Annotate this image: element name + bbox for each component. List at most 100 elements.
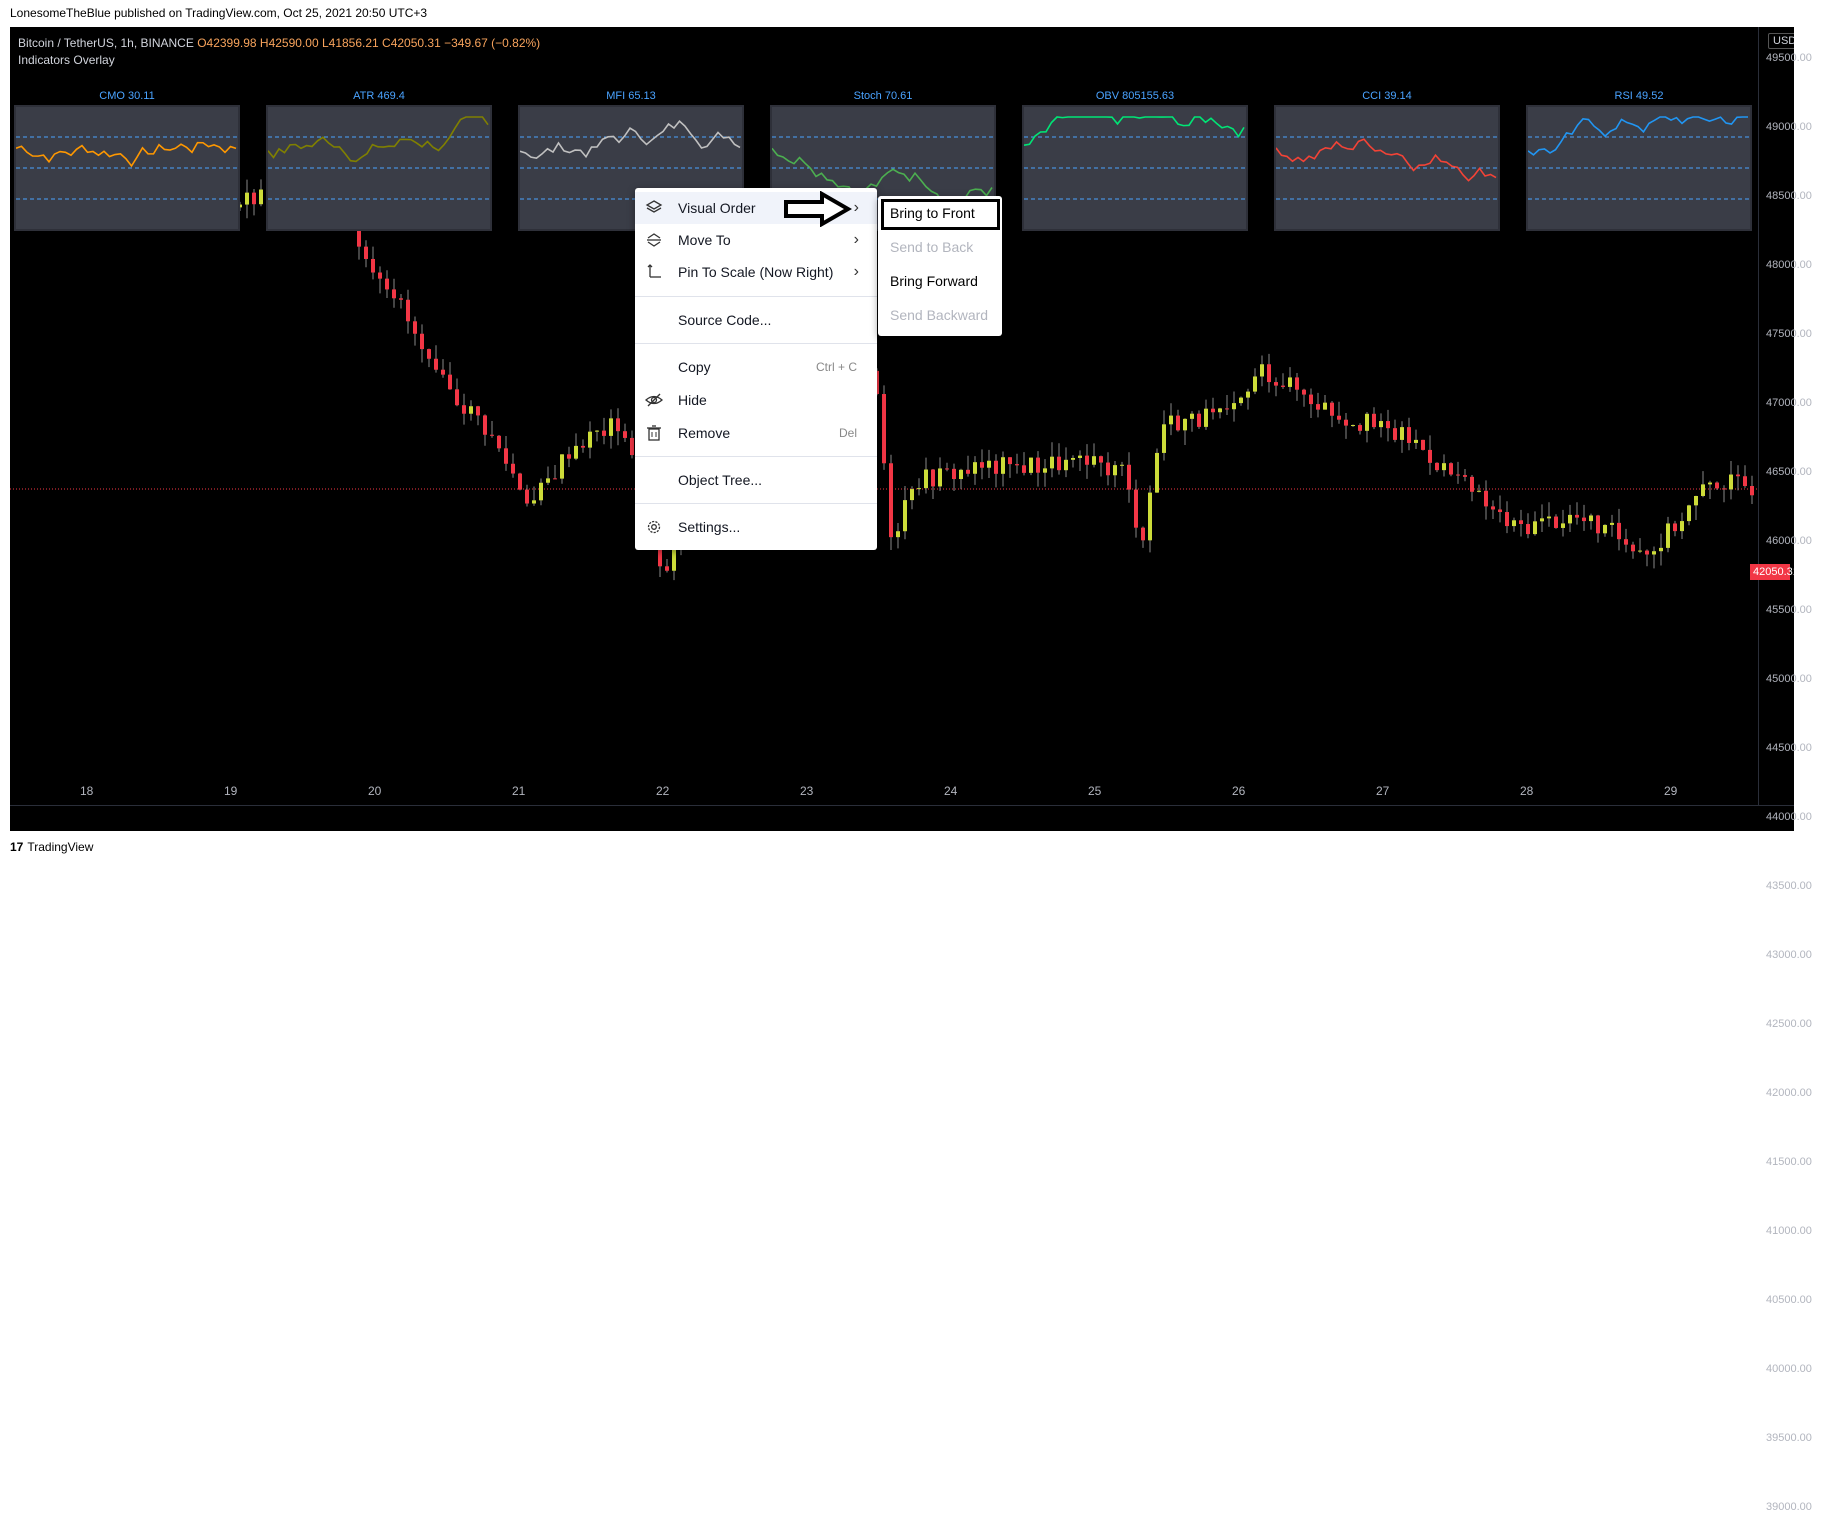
annotation-arrow-icon bbox=[784, 191, 852, 227]
menu-item-copy[interactable]: Copy Ctrl + C bbox=[635, 351, 877, 383]
candle-body bbox=[1372, 413, 1376, 428]
candle-body bbox=[1610, 522, 1614, 525]
candle-body bbox=[1603, 524, 1607, 534]
price-tick: 44500.00 bbox=[1766, 742, 1812, 754]
trash-icon bbox=[647, 425, 661, 441]
menu-label: Move To bbox=[678, 232, 731, 248]
candle-body bbox=[931, 469, 935, 487]
price-tick: 44000.00 bbox=[1766, 811, 1812, 823]
currency-label[interactable]: USDT bbox=[1768, 33, 1794, 49]
candle-body bbox=[1694, 495, 1698, 506]
tradingview-logo-icon: 17 bbox=[10, 840, 24, 854]
candle-body bbox=[1568, 514, 1572, 524]
candle-body bbox=[1274, 382, 1278, 386]
chevron-right-icon: › bbox=[853, 199, 859, 216]
footer: 17 TradingView bbox=[10, 840, 93, 854]
candle-body bbox=[1267, 364, 1271, 383]
indicator-title: RSI 49.52 bbox=[1614, 90, 1664, 102]
candle-body bbox=[1631, 544, 1635, 552]
menu-divider bbox=[635, 343, 877, 344]
candle-body bbox=[469, 406, 473, 414]
candle-body bbox=[399, 298, 403, 300]
symbol-label[interactable]: Bitcoin / TetherUS, 1h, BINANCE bbox=[18, 36, 194, 50]
submenu-item-bring-forward[interactable]: Bring Forward bbox=[890, 266, 978, 296]
candle-body bbox=[1659, 547, 1663, 552]
candle-body bbox=[1204, 408, 1208, 427]
menu-item-source-code[interactable]: Source Code... bbox=[635, 304, 877, 336]
candle-body bbox=[630, 437, 634, 456]
candle-body bbox=[406, 299, 410, 322]
indicator-title: CCI 39.14 bbox=[1362, 90, 1412, 102]
price-tick: 39500.00 bbox=[1766, 1432, 1812, 1444]
candle-body bbox=[385, 278, 389, 290]
footer-brand[interactable]: TradingView bbox=[27, 840, 93, 854]
time-axis[interactable] bbox=[10, 805, 1794, 831]
candle-body bbox=[1617, 522, 1621, 540]
candle-body bbox=[1638, 550, 1642, 552]
candle-body bbox=[1582, 517, 1586, 522]
candle-body bbox=[1463, 475, 1467, 477]
candle-body bbox=[1701, 484, 1705, 496]
candle-body bbox=[1162, 424, 1166, 453]
candle-body bbox=[1715, 482, 1719, 489]
price-axis[interactable] bbox=[1758, 27, 1794, 805]
candle-body bbox=[1505, 512, 1509, 527]
indicator-name[interactable]: Indicators Overlay bbox=[18, 52, 540, 69]
candle-body bbox=[560, 454, 564, 479]
candle-body bbox=[1379, 421, 1383, 428]
price-tick: 48000.00 bbox=[1766, 259, 1812, 271]
candle-body bbox=[1526, 524, 1530, 535]
candle-body bbox=[1015, 464, 1019, 466]
menu-label: Visual Order bbox=[678, 200, 756, 216]
submenu-item-send-backward: Send Backward bbox=[890, 307, 989, 323]
time-tick: 26 bbox=[1232, 784, 1246, 798]
candle-body bbox=[1092, 456, 1096, 465]
menu-item-remove[interactable]: Remove Del bbox=[635, 417, 877, 449]
candle-body bbox=[924, 469, 928, 489]
price-tick: 47000.00 bbox=[1766, 397, 1812, 409]
indicator-panel[interactable] bbox=[1022, 105, 1248, 231]
candle-body bbox=[1750, 486, 1754, 496]
candle-body bbox=[252, 192, 256, 205]
candle-body bbox=[1281, 385, 1285, 387]
candle-body bbox=[1001, 457, 1005, 474]
candle-body bbox=[1365, 413, 1369, 431]
indicator-panel[interactable] bbox=[14, 105, 240, 231]
candle-body bbox=[1197, 413, 1201, 427]
candle-body bbox=[1043, 468, 1047, 473]
shortcut-label: Ctrl + C bbox=[815, 360, 857, 374]
price-tick: 48500.00 bbox=[1766, 190, 1812, 202]
candle-body bbox=[476, 406, 480, 416]
candle-body bbox=[588, 431, 592, 448]
indicator-panel[interactable] bbox=[266, 105, 492, 231]
price-tick: 41500.00 bbox=[1766, 1156, 1812, 1168]
candle-body bbox=[427, 349, 431, 359]
candle-body bbox=[1687, 505, 1691, 522]
menu-item-settings[interactable]: Settings... bbox=[635, 511, 877, 543]
menu-divider bbox=[635, 503, 877, 504]
candle-body bbox=[1351, 425, 1355, 427]
candle-body bbox=[1225, 408, 1229, 410]
candle-body bbox=[1120, 464, 1124, 466]
menu-item-move-to[interactable]: Move To › bbox=[635, 224, 877, 256]
candle-body bbox=[1386, 421, 1390, 429]
candle-body bbox=[539, 482, 543, 501]
indicator-panel[interactable] bbox=[1274, 105, 1500, 231]
candle-body bbox=[1358, 425, 1362, 431]
menu-item-pin-to-scale[interactable]: Pin To Scale (Now Right) › bbox=[635, 256, 877, 288]
indicator-title: CMO 30.11 bbox=[99, 90, 155, 102]
indicator-panel[interactable] bbox=[1526, 105, 1752, 231]
candle-body bbox=[1022, 465, 1026, 473]
last-price-label: 42050.31 bbox=[1750, 564, 1799, 580]
candle-body bbox=[448, 374, 452, 390]
candle-body bbox=[910, 489, 914, 501]
menu-item-object-tree[interactable]: Object Tree... bbox=[635, 464, 877, 496]
candle-body bbox=[1428, 449, 1432, 463]
candle-body bbox=[1127, 464, 1131, 490]
candle-body bbox=[1512, 520, 1516, 527]
menu-label: Pin To Scale (Now Right) bbox=[678, 264, 834, 280]
candle-body bbox=[1491, 506, 1495, 510]
candle-body bbox=[364, 246, 368, 259]
candle-body bbox=[1344, 419, 1348, 426]
menu-item-hide[interactable]: Hide bbox=[635, 384, 877, 416]
